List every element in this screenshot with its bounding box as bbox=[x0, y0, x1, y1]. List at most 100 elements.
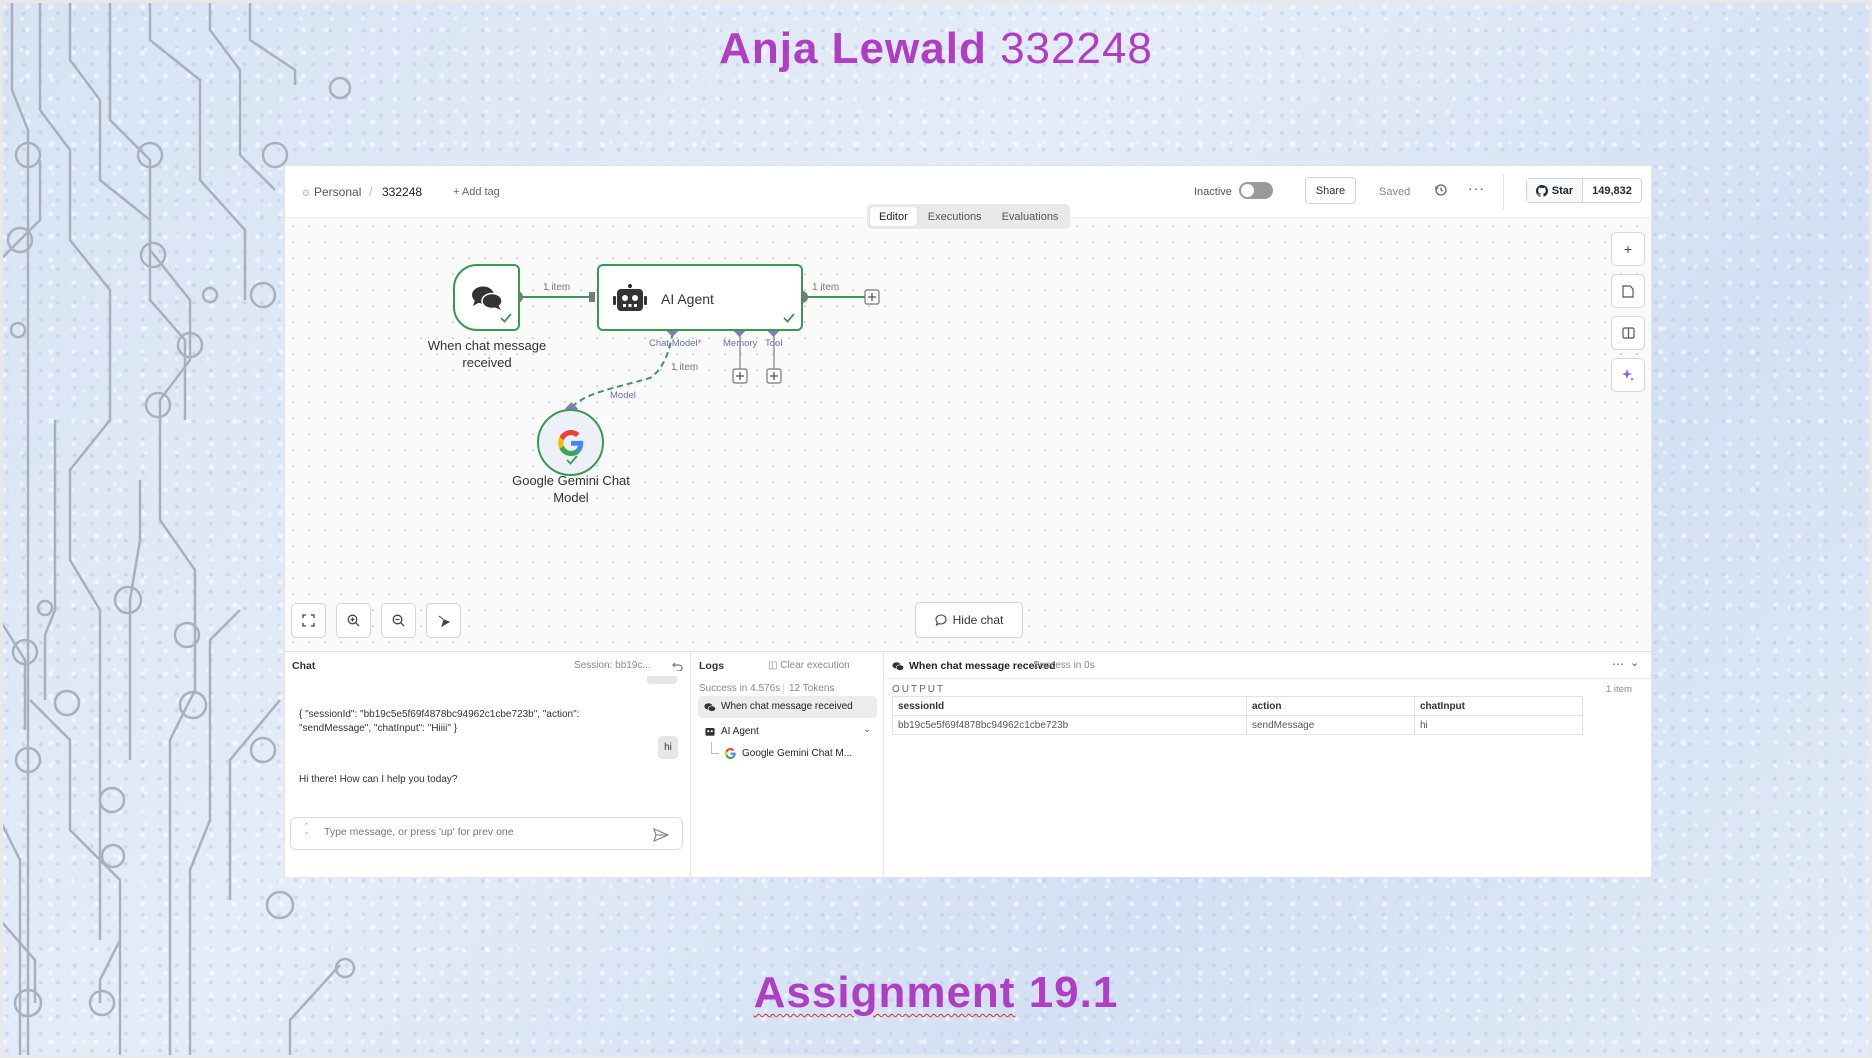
more-options-icon[interactable]: ⋯ bbox=[1612, 657, 1624, 671]
hide-chat-label: Hide chat bbox=[952, 613, 1004, 627]
robot-icon bbox=[613, 284, 647, 311]
chat-message-user: { "sessionId": "bb19c5e5f69f4878bc94962c… bbox=[299, 709, 580, 734]
chat-input-box[interactable]: ˆˇ bbox=[290, 817, 683, 850]
note-icon bbox=[1622, 284, 1634, 298]
log-entry-label: Google Gemini Chat M... bbox=[742, 748, 853, 759]
ai-agent-node[interactable]: AI Agent bbox=[597, 264, 803, 331]
log-entry-trigger[interactable]: When chat message received bbox=[698, 696, 877, 718]
reset-session-icon[interactable] bbox=[672, 660, 683, 671]
panel-divider bbox=[885, 678, 1651, 679]
tab-evaluations[interactable]: Evaluations bbox=[993, 207, 1068, 226]
gemini-model-node[interactable] bbox=[537, 409, 604, 476]
hide-chat-button[interactable]: Hide chat bbox=[915, 602, 1023, 638]
bottom-panels: Chat Session: bb19c... { "sessionId": "b… bbox=[285, 651, 1651, 878]
active-toggle[interactable] bbox=[1239, 182, 1273, 199]
ai-assistant-button[interactable] bbox=[1611, 358, 1645, 392]
token-count: 12 Tokens bbox=[783, 683, 834, 694]
previous-message-stub bbox=[647, 676, 677, 684]
student-id: 332248 bbox=[1000, 24, 1153, 73]
execution-time: Success in 4.576s bbox=[699, 683, 781, 694]
memory-port-label: Memory bbox=[723, 338, 758, 349]
log-entry-agent[interactable]: AI Agent ⌄ bbox=[698, 722, 877, 742]
google-icon bbox=[557, 429, 583, 456]
assignment-number: 19.1 bbox=[1028, 968, 1119, 1017]
trash-icon: ◫ bbox=[768, 660, 781, 671]
panel-icon bbox=[1621, 327, 1635, 339]
trigger-node[interactable] bbox=[453, 264, 520, 331]
gemini-node-label: Google Gemini Chat Model bbox=[512, 473, 630, 505]
author-name: Anja Lewald bbox=[719, 24, 987, 73]
tidy-up-button[interactable] bbox=[426, 603, 461, 638]
workflow-canvas[interactable]: When chat message received AI Agent Goog… bbox=[285, 218, 1651, 651]
assignment-word: Assignment bbox=[753, 968, 1016, 1017]
logs-panel: Logs ◫ Clear execution Success in 4.576s… bbox=[692, 652, 884, 878]
tab-editor[interactable]: Editor bbox=[870, 207, 917, 226]
chat-message-bot: Hi there! How can I help you today? bbox=[299, 774, 458, 785]
send-icon[interactable] bbox=[653, 828, 669, 842]
history-arrows-icon[interactable]: ˆˇ bbox=[305, 823, 308, 841]
table-cell: sendMessage bbox=[1246, 715, 1415, 735]
breadcrumb-project[interactable]: ☺ Personal bbox=[301, 185, 361, 199]
zoom-in-button[interactable] bbox=[336, 603, 371, 638]
more-options-icon[interactable]: ··· bbox=[1468, 180, 1485, 196]
chevron-down-icon[interactable]: ⌄ bbox=[863, 724, 871, 735]
workflow-name[interactable]: 332248 bbox=[382, 185, 422, 199]
slide-title: Anja Lewald 332248 bbox=[0, 24, 1872, 74]
log-entry-label: When chat message received bbox=[721, 701, 853, 712]
add-tag-button[interactable]: + Add tag bbox=[453, 186, 500, 198]
column-header: chatInput bbox=[1414, 696, 1583, 716]
project-label: Personal bbox=[314, 185, 362, 199]
tool-port-label: Tool bbox=[765, 338, 783, 349]
tab-executions[interactable]: Executions bbox=[919, 207, 991, 226]
success-check-icon bbox=[783, 313, 795, 323]
chat-panel: Chat Session: bb19c... { "sessionId": "b… bbox=[285, 652, 691, 878]
history-icon[interactable] bbox=[1433, 182, 1449, 198]
table-row: bb19c5e5f69f4878bc94962c1cbe723b sendMes… bbox=[892, 715, 1583, 735]
output-panel: When chat message received Success in 0s… bbox=[885, 652, 1651, 878]
log-entry-gemini[interactable]: Google Gemini Chat M... bbox=[722, 744, 877, 764]
logs-header: Logs bbox=[699, 660, 725, 672]
chat-bubbles-icon bbox=[892, 662, 904, 671]
chevron-down-icon[interactable]: ⌄ bbox=[1630, 656, 1639, 669]
chat-message-input[interactable] bbox=[324, 826, 624, 838]
n8n-window: ☺ Personal / 332248 + Add tag Inactive S… bbox=[284, 165, 1652, 878]
fit-view-button[interactable] bbox=[291, 603, 326, 638]
panel-toggle-button[interactable] bbox=[1611, 316, 1645, 350]
output-section-label: OUTPUT bbox=[892, 684, 946, 695]
github-star-button[interactable]: Star 149,832 bbox=[1526, 178, 1642, 203]
table-cell: bb19c5e5f69f4878bc94962c1cbe723b bbox=[892, 715, 1247, 735]
divider bbox=[1503, 174, 1504, 210]
model-port-label: Model bbox=[610, 390, 636, 401]
chat-model-port-label: Chat Model* bbox=[649, 338, 702, 349]
trigger-node-label: When chat message received bbox=[427, 338, 547, 370]
broom-icon bbox=[438, 615, 450, 627]
add-node-button[interactable]: + bbox=[1611, 232, 1645, 266]
clear-execution-button[interactable]: ◫ Clear execution bbox=[768, 660, 850, 671]
github-star-count: 149,832 bbox=[1592, 184, 1632, 197]
success-check-icon bbox=[566, 455, 578, 465]
share-button[interactable]: Share bbox=[1305, 177, 1356, 204]
view-tabs: Editor Executions Evaluations bbox=[867, 204, 1071, 229]
connection-label: 1 item bbox=[812, 282, 840, 293]
zoom-out-icon bbox=[392, 614, 405, 627]
output-node-status: Success in 0s bbox=[1033, 660, 1095, 671]
zoom-out-button[interactable] bbox=[381, 603, 416, 638]
user-icon: ☺ bbox=[301, 188, 314, 199]
github-star-label: Star bbox=[1551, 184, 1574, 197]
success-check-icon bbox=[500, 313, 512, 323]
zoom-in-icon bbox=[347, 614, 360, 627]
output-table: sessionId action chatInput bb19c5e5f69f4… bbox=[892, 696, 1583, 735]
sticky-note-button[interactable] bbox=[1611, 274, 1645, 308]
breadcrumb-separator: / bbox=[369, 184, 373, 199]
workflow-status-label: Inactive bbox=[1194, 186, 1232, 198]
session-id[interactable]: Session: bb19c... bbox=[574, 660, 651, 671]
output-item-count: 1 item bbox=[1606, 684, 1632, 695]
tree-connector bbox=[711, 742, 719, 754]
chat-message-user: hi bbox=[658, 736, 678, 759]
chat-bubbles-icon bbox=[704, 703, 716, 712]
agent-input-port[interactable] bbox=[589, 292, 595, 302]
column-header: action bbox=[1246, 696, 1415, 716]
robot-icon bbox=[705, 727, 715, 736]
google-icon bbox=[725, 748, 736, 759]
slide-footer: Assignment 19.1 bbox=[0, 968, 1872, 1018]
